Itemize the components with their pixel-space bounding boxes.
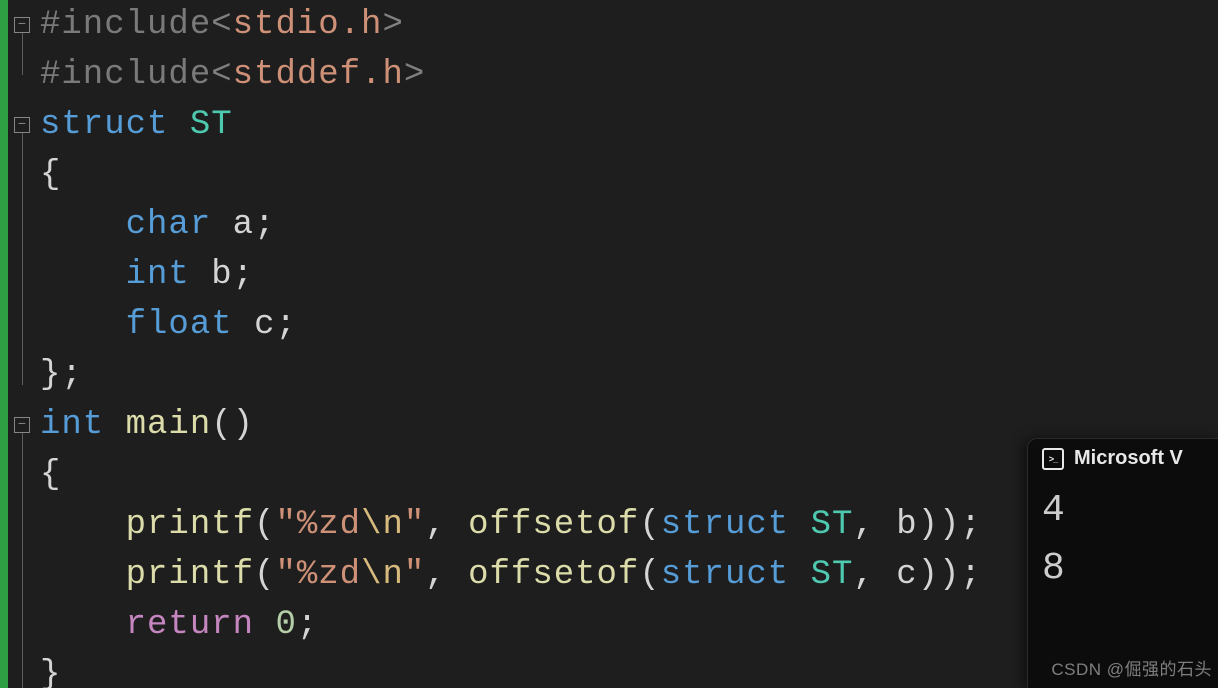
parens: () <box>211 406 254 444</box>
fold-guide <box>22 33 23 75</box>
keyword-struct: struct <box>40 106 168 144</box>
angle-close: > <box>382 6 403 44</box>
header-name: stdio.h <box>233 6 383 44</box>
field-ref: c <box>896 556 917 594</box>
type-ref: ST <box>811 556 854 594</box>
code-line[interactable]: float c; <box>40 300 1218 350</box>
code-line[interactable]: }; <box>40 350 1218 400</box>
function-name: main <box>126 406 212 444</box>
output-line: 8 <box>1042 540 1204 598</box>
type-name: ST <box>190 106 233 144</box>
keyword-return: return <box>126 606 254 644</box>
code-line[interactable]: #include<stddef.h> <box>40 50 1218 100</box>
header-name: stddef.h <box>233 56 404 94</box>
terminal-titlebar[interactable]: Microsoft V <box>1028 439 1218 478</box>
fold-gutter <box>8 0 36 688</box>
comma: , <box>425 506 468 544</box>
member-name: c <box>254 306 275 344</box>
code-line[interactable]: struct ST <box>40 100 1218 150</box>
number-literal: 0 <box>275 606 296 644</box>
terminal-title-text: Microsoft V <box>1074 447 1183 470</box>
string-open: " <box>275 506 296 544</box>
fold-toggle-main[interactable] <box>14 417 30 433</box>
output-line: 4 <box>1042 482 1204 540</box>
code-line[interactable]: #include<stdio.h> <box>40 0 1218 50</box>
semicolon: ; <box>960 506 981 544</box>
paren-close: ) <box>939 556 960 594</box>
code-line[interactable]: { <box>40 150 1218 200</box>
brace-open: { <box>40 156 61 194</box>
macro-call: offsetof <box>468 556 639 594</box>
brace-open: { <box>40 456 61 494</box>
field-ref: b <box>896 506 917 544</box>
keyword-struct: struct <box>661 506 789 544</box>
code-line[interactable]: int b; <box>40 250 1218 300</box>
paren-open: ( <box>254 506 275 544</box>
string-open: " <box>275 556 296 594</box>
terminal-window[interactable]: Microsoft V 4 8 <box>1027 438 1218 688</box>
paren-close: ) <box>918 556 939 594</box>
semicolon: ; <box>297 606 318 644</box>
macro-call: offsetof <box>468 506 639 544</box>
type-keyword: int <box>126 256 190 294</box>
fold-toggle-struct[interactable] <box>14 117 30 133</box>
keyword-struct: struct <box>661 556 789 594</box>
paren-open: ( <box>639 506 660 544</box>
semicolon: ; <box>960 556 981 594</box>
format-spec: %zd <box>297 556 361 594</box>
semicolon: ; <box>254 206 275 244</box>
code-line[interactable]: char a; <box>40 200 1218 250</box>
comma: , <box>853 556 896 594</box>
paren-open: ( <box>254 556 275 594</box>
escape-seq: \n <box>361 506 404 544</box>
type-keyword: char <box>126 206 212 244</box>
string-close: " <box>404 556 425 594</box>
fold-toggle-include[interactable] <box>14 17 30 33</box>
brace-close: } <box>40 656 61 688</box>
preprocessor-directive: #include <box>40 6 211 44</box>
preprocessor-directive: #include <box>40 56 211 94</box>
comma: , <box>425 556 468 594</box>
code-editor[interactable]: #include<stdio.h> #include<stddef.h> str… <box>0 0 1218 688</box>
string-close: " <box>404 506 425 544</box>
comma: , <box>853 506 896 544</box>
semicolon: ; <box>233 256 254 294</box>
paren-close: ) <box>918 506 939 544</box>
change-indicator-bar <box>0 0 8 688</box>
fold-guide <box>22 433 23 688</box>
paren-open: ( <box>639 556 660 594</box>
type-keyword: int <box>40 406 104 444</box>
angle-close: > <box>404 56 425 94</box>
brace-close: }; <box>40 356 83 394</box>
function-call: printf <box>126 506 254 544</box>
function-call: printf <box>126 556 254 594</box>
format-spec: %zd <box>297 506 361 544</box>
terminal-icon <box>1042 448 1064 470</box>
semicolon: ; <box>275 306 296 344</box>
angle-open: < <box>211 6 232 44</box>
fold-guide <box>22 133 23 385</box>
type-ref: ST <box>811 506 854 544</box>
paren-close: ) <box>939 506 960 544</box>
terminal-output: 4 8 <box>1028 478 1218 598</box>
member-name: a <box>233 206 254 244</box>
member-name: b <box>211 256 232 294</box>
escape-seq: \n <box>361 556 404 594</box>
angle-open: < <box>211 56 232 94</box>
type-keyword: float <box>126 306 233 344</box>
